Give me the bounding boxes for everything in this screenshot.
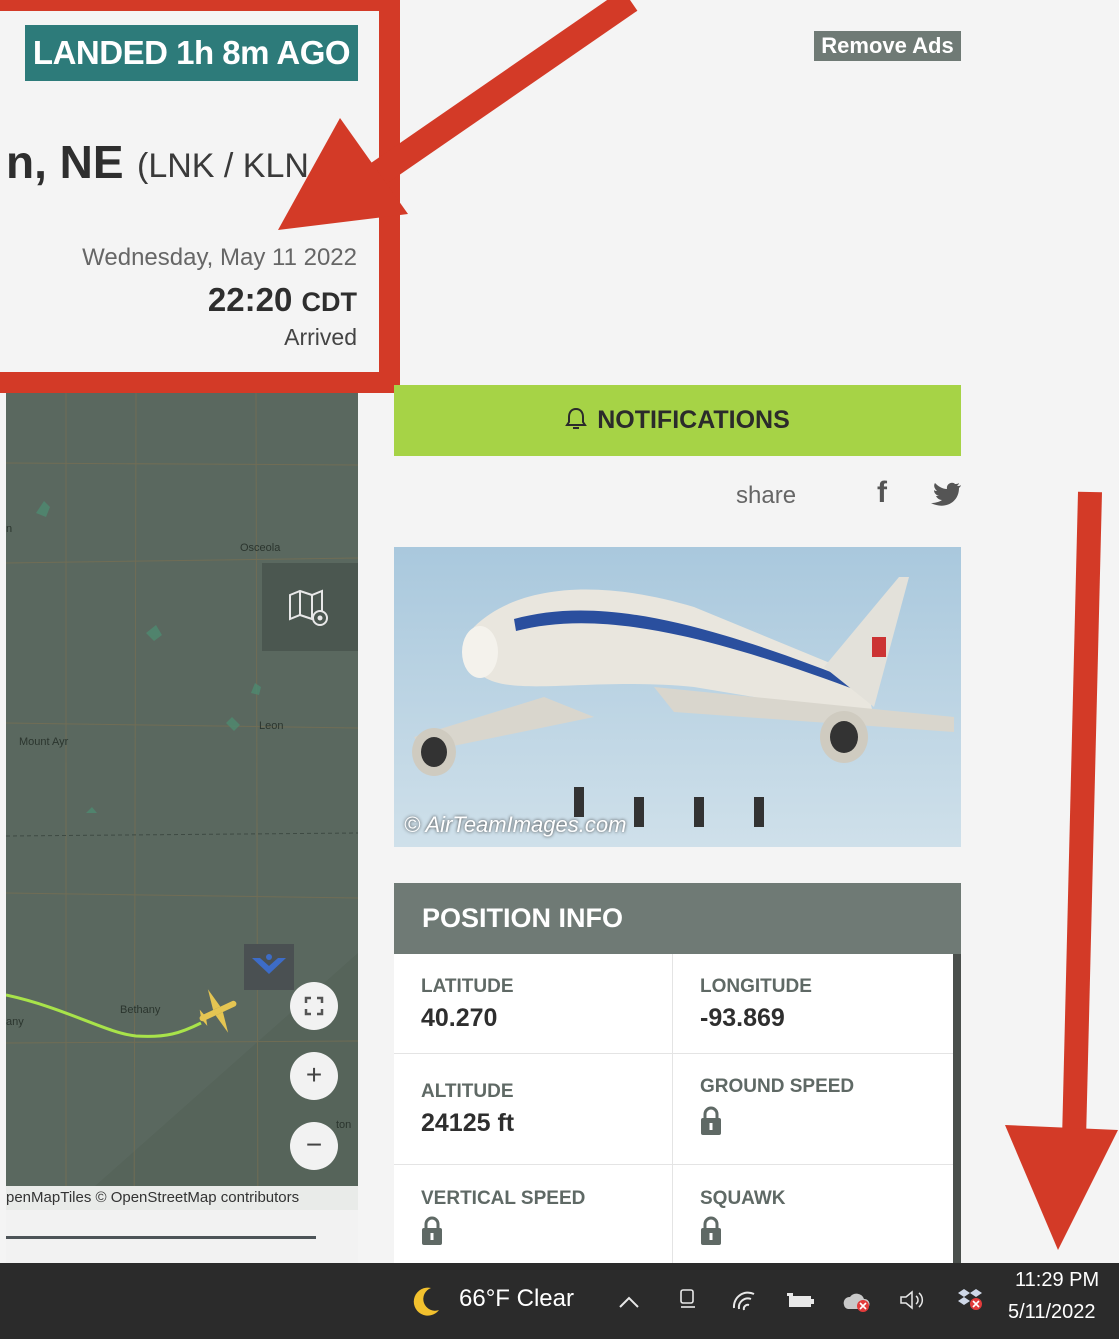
speaker-icon[interactable] <box>898 1289 928 1311</box>
longitude-label: LONGITUDE <box>700 976 812 997</box>
lock-icon <box>701 1106 721 1135</box>
bell-icon <box>565 407 588 429</box>
landed-status-badge: LANDED 1h 8m AGO <box>25 25 358 81</box>
fullscreen-icon <box>304 996 324 1016</box>
photo-credit[interactable]: © AirTeamImages.com <box>404 812 626 838</box>
map-place-label: Mount Ayr <box>19 736 69 748</box>
wifi-icon[interactable] <box>730 1288 758 1312</box>
map-layers-button[interactable] <box>262 563 358 651</box>
grid-divider <box>672 954 673 1265</box>
annotation-box-right <box>379 0 400 393</box>
taskbar-clock-date[interactable]: 5/11/2022 <box>1008 1301 1096 1324</box>
arrival-status: Arrived <box>284 324 357 350</box>
arrival-time-value: 22:20 <box>207 281 293 318</box>
ground-speed-label: GROUND SPEED <box>700 1076 855 1097</box>
fullscreen-button[interactable] <box>290 982 338 1030</box>
aircraft-image <box>412 577 954 827</box>
moon-icon[interactable] <box>405 1284 441 1318</box>
longitude-value: -93.869 <box>700 1004 785 1032</box>
onedrive-icon[interactable] <box>840 1289 872 1313</box>
arrival-time: 22:20 CDT <box>208 281 357 319</box>
twitter-icon[interactable] <box>930 482 962 508</box>
altitude-label: ALTITUDE <box>421 1081 514 1102</box>
meet-now-icon[interactable] <box>678 1288 698 1310</box>
lock-icon <box>701 1216 721 1245</box>
facebook-icon[interactable]: f <box>877 476 887 510</box>
annotation-arrow-down <box>1005 491 1118 1250</box>
airline-logo-icon <box>244 944 294 990</box>
altitude-value: 24125 ft <box>421 1109 515 1137</box>
destination-airport-codes: (LNK / KLN <box>137 147 309 185</box>
map-place-label: Bethany <box>120 1004 161 1016</box>
arrival-date: Wednesday, May 11 2022 <box>82 244 357 271</box>
weather-widget[interactable]: 66°F Clear <box>459 1285 574 1313</box>
map-place-label: ton <box>336 1119 352 1131</box>
vertical-speed-label: VERTICAL SPEED <box>421 1188 586 1209</box>
squawk-label: SQUAWK <box>700 1188 786 1209</box>
flight-progress-bar <box>6 1236 316 1239</box>
position-info-grid: LATITUDE 40.270 LONGITUDE -93.869 ALTITU… <box>394 954 953 1265</box>
grid-divider <box>394 1053 953 1054</box>
map-place-label: n <box>6 523 13 535</box>
annotation-box-bottom <box>0 372 400 393</box>
latitude-value: 40.270 <box>421 1004 498 1032</box>
map-settings-icon <box>289 589 328 626</box>
taskbar-clock-time[interactable]: 11:29 PM <box>1015 1269 1099 1292</box>
destination-city: n, NE <box>6 136 124 188</box>
battery-icon[interactable] <box>786 1291 816 1311</box>
latitude-label: LATITUDE <box>421 976 514 997</box>
position-info-header: POSITION INFO <box>394 883 961 954</box>
map-attribution[interactable]: penMapTiles © OpenStreetMap contributors <box>6 1186 358 1210</box>
remove-ads-button[interactable]: Remove Ads <box>814 31 961 61</box>
aircraft-photo[interactable] <box>394 547 961 847</box>
map-place-label: any <box>6 1016 24 1028</box>
chevron-up-icon[interactable] <box>617 1292 641 1312</box>
annotation-box-top <box>0 0 400 11</box>
position-info-scrollbar[interactable] <box>953 954 961 1265</box>
dropbox-icon[interactable] <box>955 1287 985 1311</box>
zoom-in-button[interactable]: + <box>290 1052 338 1100</box>
notifications-label: NOTIFICATIONS <box>597 406 790 434</box>
lock-icon <box>422 1216 442 1245</box>
zoom-out-button[interactable]: − <box>290 1122 338 1170</box>
map-place-label: Osceola <box>240 542 281 554</box>
share-label: share <box>736 482 797 509</box>
grid-divider <box>394 1164 953 1165</box>
arrival-timezone: CDT <box>301 287 358 317</box>
map-place-label: Leon <box>259 720 284 732</box>
notifications-button[interactable]: NOTIFICATIONS <box>394 385 961 456</box>
